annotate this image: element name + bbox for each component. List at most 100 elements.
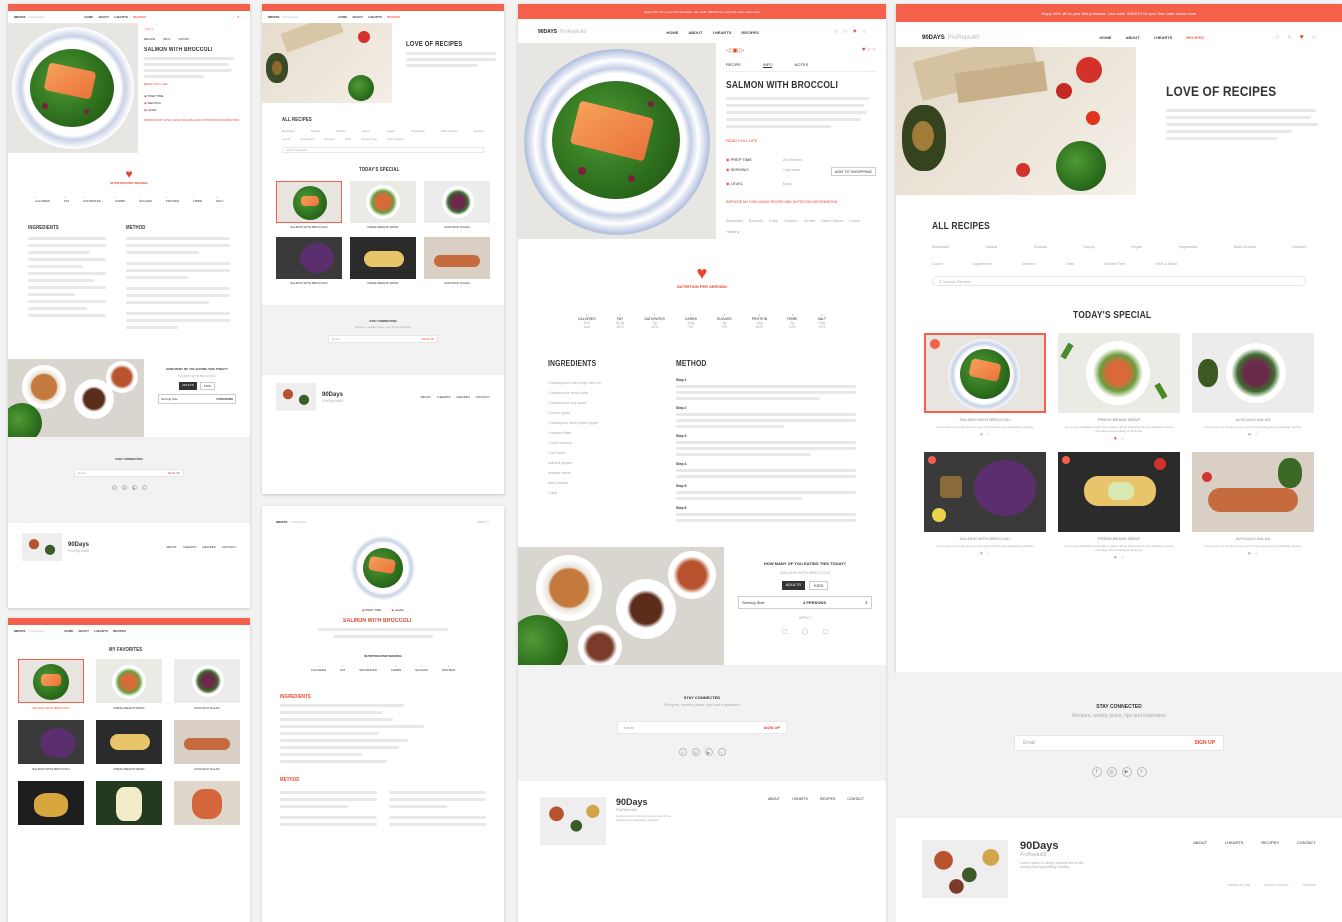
nav-hearts[interactable]: I.HEARTS <box>1154 35 1173 40</box>
card-title[interactable]: FRESH BEANS WRAP <box>1058 417 1180 422</box>
save-icon[interactable]: ▢ <box>822 628 828 635</box>
user-icon[interactable]: ○ <box>233 15 235 19</box>
search-icon[interactable]: ○ <box>1275 34 1279 41</box>
footer-link[interactable]: CONTACT <box>847 797 864 801</box>
footer-link[interactable]: RECIPES <box>203 545 216 549</box>
recipe-card[interactable]: FRESH BEANS WRAP <box>350 181 416 229</box>
share-icon[interactable]: ◯ <box>802 628 809 635</box>
email-input[interactable]: Email <box>78 471 86 475</box>
nav-home[interactable]: HOME <box>84 15 93 19</box>
serving-value[interactable]: 4 PERSONS <box>216 397 233 401</box>
footer-link[interactable]: RECIPES <box>820 797 835 801</box>
footer-link[interactable]: CONTACT <box>476 395 490 399</box>
tab-notes[interactable]: NOTES <box>178 37 188 41</box>
category-salads[interactable]: Salads <box>311 129 320 133</box>
comment-icon[interactable]: ○ <box>1121 555 1124 561</box>
cart-icon[interactable]: ○ <box>862 29 866 35</box>
nav-home[interactable]: HOME <box>1099 35 1111 40</box>
cart-icon[interactable]: ○ <box>242 15 244 19</box>
add-shopping-button[interactable]: ADD TO SHOPPING <box>830 167 876 176</box>
tag[interactable]: Breakfast <box>726 218 743 223</box>
footer-link[interactable]: I.HEARTS <box>792 797 808 801</box>
recipe-card[interactable]: AVOCADO SALAD <box>424 181 490 229</box>
logo[interactable]: 90DAYS <box>14 15 25 19</box>
print-link[interactable]: PRINT ▢ <box>477 520 490 524</box>
heart-icon[interactable]: ♥ <box>1300 34 1304 41</box>
tag[interactable]: Dinner <box>804 218 816 223</box>
option-kids[interactable]: KIDS <box>199 382 215 390</box>
heart-icon[interactable]: ♥ <box>980 551 983 557</box>
footer-link[interactable]: RECIPES <box>457 395 470 399</box>
card-title[interactable]: SALMON WITH BROCCOLI <box>924 536 1046 541</box>
nav-about[interactable]: ABOUT <box>1125 35 1139 40</box>
stepper-icon[interactable]: ⇕ <box>865 600 868 605</box>
category-dessert[interactable]: Dessert <box>1292 244 1306 249</box>
category-tarts[interactable]: Tarts <box>345 137 352 141</box>
legal-link[interactable]: PRIVACY POLICY <box>1264 883 1289 887</box>
tag[interactable]: Lunch <box>849 218 860 223</box>
category-gluten-free[interactable]: Gluten Free <box>361 137 377 141</box>
favorite-card[interactable] <box>96 781 162 825</box>
category-dinners[interactable]: Dinners <box>1022 261 1036 266</box>
twitter-icon[interactable]: t <box>141 485 147 490</box>
comment-icon[interactable]: ○ <box>987 551 990 557</box>
footer-link[interactable]: ABOUT <box>768 797 780 801</box>
card-title[interactable]: FRESH BEANS WRAP <box>1058 536 1180 541</box>
heart-icon[interactable]: ♥ <box>237 15 239 19</box>
category-main[interactable]: Main Dishes <box>441 129 458 133</box>
category-vegan[interactable]: Vegan <box>386 129 395 133</box>
category-vegetarian[interactable]: Vegetarian <box>411 129 425 133</box>
nav-hearts[interactable]: I.HEARTS <box>114 15 128 19</box>
heart-icon[interactable]: ♥ <box>853 29 857 35</box>
favorite-card[interactable]: AVOCADO SALAD <box>174 659 240 710</box>
tab-info[interactable]: INFO <box>762 62 773 68</box>
twitter-icon[interactable]: t <box>1136 767 1147 777</box>
logo[interactable]: 90DAYS <box>538 29 557 35</box>
recipe-card[interactable]: SALMON WITH BROCCOLI <box>276 237 342 285</box>
card-title[interactable]: AVOCADO SALAD <box>1192 417 1314 422</box>
category-soups[interactable]: Soups <box>362 129 371 133</box>
facebook-icon[interactable]: f <box>678 748 687 756</box>
nav-about[interactable]: ABOUT <box>98 15 109 19</box>
heart-icon[interactable]: ♥ <box>1248 551 1251 557</box>
footer-link[interactable]: ABOUT <box>420 395 430 399</box>
category-fish-meat[interactable]: Fish & Meat <box>387 137 403 141</box>
category-soups[interactable]: Soups <box>1083 244 1094 249</box>
signup-button[interactable]: SIGN UP <box>1194 740 1215 746</box>
nav-recipes[interactable]: RECIPES <box>741 30 759 35</box>
search-recipes-input[interactable]: Search Recipes <box>286 148 307 152</box>
legal-link[interactable]: SITEMAP <box>1303 883 1316 887</box>
footer-link[interactable]: I.HEARTS <box>437 395 451 399</box>
tab-recipe[interactable]: RECIPE <box>726 62 741 68</box>
nav-recipes[interactable]: RECIPES <box>113 629 126 633</box>
heart-icon[interactable]: ♥ <box>1248 432 1251 438</box>
back-arrow-icon[interactable]: ◁ ▣ ▷ <box>726 47 744 54</box>
category-breakfast[interactable]: Breakfast <box>932 244 949 249</box>
category-lunch[interactable]: Lunch <box>932 261 943 266</box>
youtube-icon[interactable]: ▶ <box>1121 767 1132 777</box>
card-title[interactable]: AVOCADO SALAD <box>1192 536 1314 541</box>
option-adults[interactable]: ADULTS <box>781 581 806 590</box>
footer-link[interactable]: CONTACT <box>1297 840 1316 845</box>
comment-icon[interactable]: ○ <box>987 432 990 438</box>
heart-icon[interactable]: ♥ <box>1114 555 1117 561</box>
category-dessert[interactable]: Dessert <box>474 129 484 133</box>
category-appetizers[interactable]: Appetizers <box>973 261 992 266</box>
instagram-icon[interactable]: ◎ <box>691 748 700 756</box>
category-dinners[interactable]: Dinners <box>324 137 334 141</box>
email-input[interactable]: Email <box>332 337 340 341</box>
recipe-card[interactable]: FRESH BEANS WRAP It is a long establishe… <box>1058 333 1180 442</box>
nav-recipes[interactable]: RECIPES <box>387 15 400 19</box>
recipe-card[interactable]: SALMON WITH BROCCOLI <box>276 181 342 229</box>
card-title[interactable]: SALMON WITH BROCCOLI <box>924 417 1046 422</box>
signup-button[interactable]: SIGN UP <box>168 471 180 475</box>
category-appetizers[interactable]: Appetizers <box>300 137 314 141</box>
read-more-link[interactable]: READ FULL LIFE <box>726 138 876 143</box>
favorite-card[interactable]: AVOCADO SALAD <box>174 720 240 771</box>
facebook-icon[interactable]: f <box>1091 767 1102 777</box>
favorite-card[interactable] <box>174 781 240 825</box>
favourite-heart-icon[interactable]: ♥ ○ ○ <box>862 47 876 54</box>
favorite-card[interactable]: FRESH BEANS WRAP <box>96 659 162 710</box>
tag[interactable]: Healthy <box>726 229 740 234</box>
comment-icon[interactable]: ○ <box>1255 432 1258 438</box>
